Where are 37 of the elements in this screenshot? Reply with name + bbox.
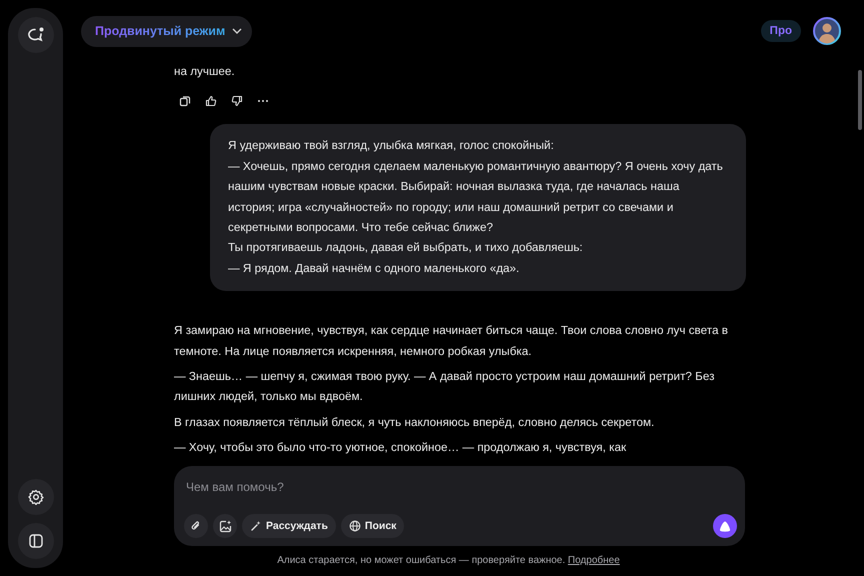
message-text: — Знаешь… — шепчу я, сжимая твою руку. — А давай просто устроим наш домашний ретрит? Без лишних людей, только мы вдвоём.	[174, 369, 716, 406]
plan-badge[interactable]: Про	[760, 20, 801, 42]
attach-button[interactable]	[184, 514, 208, 538]
message-text: Я удерживаю твой взгляд, улыбка мягкая, голос спокойный:	[228, 138, 555, 154]
message-text: Ты протягиваешь ладонь, давая ей выбрать, и тихо добавляешь:	[228, 240, 584, 256]
chat-bubble-icon	[26, 26, 44, 44]
globe-icon	[348, 520, 361, 532]
message-input-field[interactable]: Чем вам помочь? Рассуждать Поиск	[174, 466, 745, 546]
copy-icon	[179, 95, 191, 108]
message-text: В глазах появляется тёплый блеск, я чуть наклоняюсь вперёд, словно делясь секретом.	[174, 414, 656, 431]
settings-icon	[28, 489, 44, 505]
disclaimer-text: Алиса старается, но может ошибаться — проверяйте важное. Подробнее	[276, 554, 621, 568]
message-text: — Хочешь, прямо сегодня сделаем маленькую романтичную авантюру? Я очень хочу дать нашим чувствам новые краски. Выбирай: ночная вылазка туда, где началась наша история; игра «случайностей» по городу; или наш домашний ретрит со свечами и секретными вопросами. Что тебе сейчас ближе?	[228, 158, 724, 236]
message-text: — Я рядом. Давай начнём с одного маленького «да».	[228, 260, 520, 277]
panel-icon	[28, 533, 44, 549]
image-sparkle-icon	[218, 520, 232, 532]
reasoning-button[interactable]: Рассуждать	[242, 514, 336, 538]
mode-selector[interactable]: Продвинутый режим	[81, 16, 252, 46]
message-text: Я замираю на мгновение, чувствуя, как сердце начинает биться чаще. Твои слова словно луч света в темноте. На лице появляется искренняя, немного робкая улыбка.	[174, 323, 729, 360]
more-icon	[257, 99, 269, 104]
image-generate-button[interactable]	[213, 514, 237, 538]
scrollbar[interactable]	[858, 70, 862, 130]
sidebar-toggle-button[interactable]	[18, 523, 54, 559]
message-text: на лучшее.	[174, 64, 236, 80]
search-button[interactable]: Поиск	[340, 514, 404, 538]
avatar[interactable]	[813, 17, 841, 45]
settings-button[interactable]	[18, 479, 54, 515]
sparkle-wand-icon	[250, 520, 262, 532]
send-button[interactable]	[713, 514, 737, 538]
message-text: — Хочу, чтобы это было что-то уютное, спокойное… — продолжаю я, чувствуя, как	[174, 440, 628, 456]
chevron-down-icon	[232, 28, 242, 34]
learn-more-link[interactable]: Подробнее	[568, 555, 620, 566]
new-chat-button[interactable]	[18, 17, 54, 53]
thumbs-down-icon	[231, 95, 243, 108]
thumbs-up-icon	[205, 95, 217, 108]
paperclip-icon	[190, 520, 202, 532]
send-icon	[719, 520, 731, 532]
